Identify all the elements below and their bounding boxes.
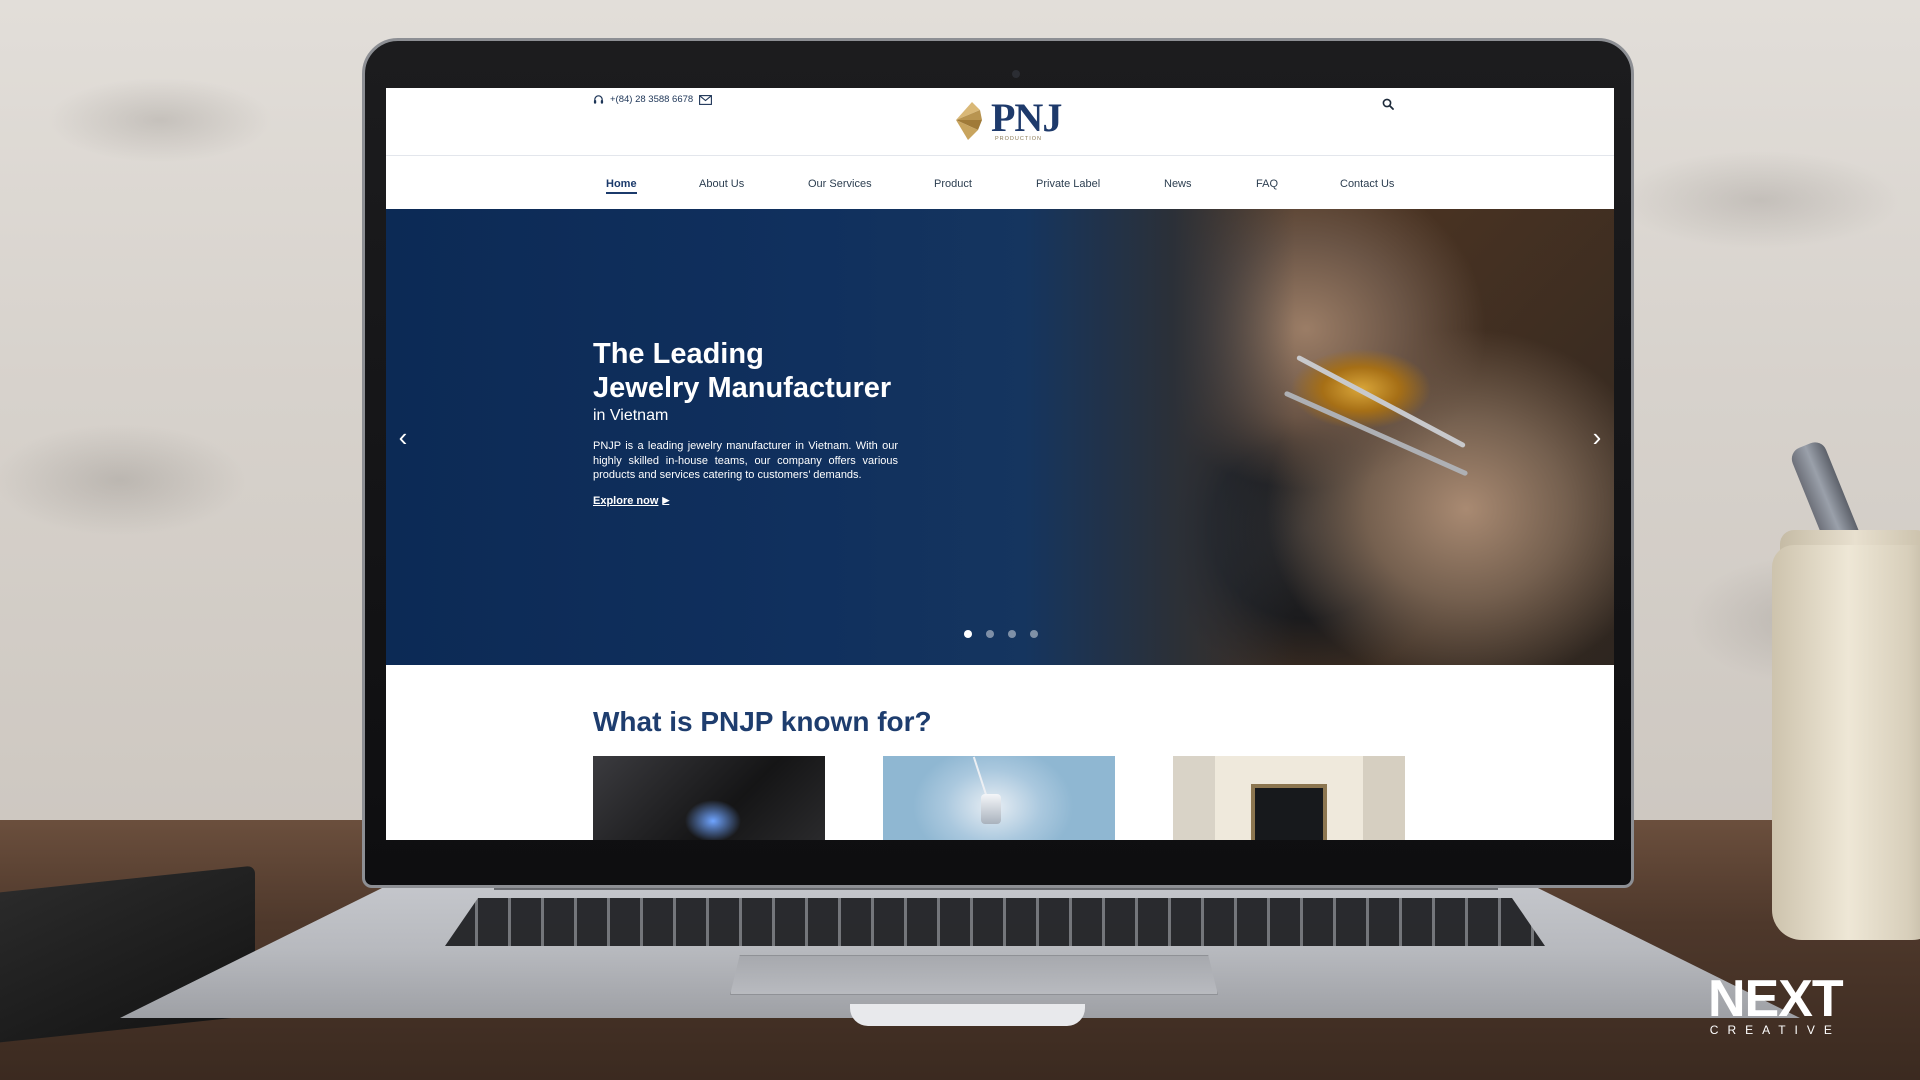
main-nav: Home About Us Our Services Product Priva… xyxy=(386,178,1614,196)
explore-now-label: Explore now xyxy=(593,494,659,507)
slider-prev-arrow-icon[interactable]: ‹ xyxy=(391,424,415,450)
headset-icon xyxy=(593,94,604,105)
slider-dot[interactable] xyxy=(986,630,994,638)
hero-gradient-overlay xyxy=(386,209,1614,665)
logo-subtitle: PRODUCTION xyxy=(995,136,1042,142)
site-header: +(84) 28 3588 6678 PNJ PRODUCTION xyxy=(386,88,1614,156)
hero-content: The Leading Jewelry Manufacturer in Viet… xyxy=(593,337,898,509)
slider-dot[interactable] xyxy=(1030,630,1038,638)
logo-mark-icon xyxy=(956,102,982,140)
award-frame xyxy=(1251,784,1327,840)
section-title: What is PNJP known for? xyxy=(593,706,932,737)
hero-title-line-2: Jewelry Manufacturer xyxy=(593,372,892,404)
hero-subtitle: in Vietnam xyxy=(593,407,669,424)
search-icon[interactable] xyxy=(1382,97,1394,115)
mail-icon[interactable] xyxy=(699,94,713,105)
play-triangle-icon: ▶ xyxy=(662,495,670,506)
nav-our-services[interactable]: Our Services xyxy=(808,178,872,190)
hero-slider: The Leading Jewelry Manufacturer in Viet… xyxy=(386,209,1614,665)
feature-cards xyxy=(593,756,1408,840)
slider-dot[interactable] xyxy=(1008,630,1016,638)
hero-title-line-1: The Leading xyxy=(593,338,764,370)
pendant-gem xyxy=(981,794,1001,824)
nav-product[interactable]: Product xyxy=(934,178,972,190)
laptop-trackpad xyxy=(730,955,1218,995)
feature-card-pendant[interactable] xyxy=(883,756,1115,840)
feature-card-soldering[interactable] xyxy=(593,756,825,840)
nav-about-us[interactable]: About Us xyxy=(699,178,744,190)
webcam xyxy=(1012,70,1020,78)
contact-bar: +(84) 28 3588 6678 xyxy=(593,94,713,105)
next-creative-watermark: NEXT CREATIVE xyxy=(1708,970,1844,1038)
laptop-keyboard xyxy=(445,898,1545,946)
logo-wordmark: PNJ xyxy=(991,95,1062,140)
phone-number[interactable]: +(84) 28 3588 6678 xyxy=(610,94,693,105)
slider-pagination xyxy=(964,630,1038,638)
ceramic-jar xyxy=(1772,545,1920,940)
feature-card-award[interactable] xyxy=(1173,756,1405,840)
nav-home[interactable]: Home xyxy=(606,178,637,194)
nav-faq[interactable]: FAQ xyxy=(1256,178,1278,190)
necklace-chain xyxy=(972,756,988,796)
nav-private-label[interactable]: Private Label xyxy=(1036,178,1100,190)
laptop-lip xyxy=(850,1004,1085,1026)
website-screen: +(84) 28 3588 6678 PNJ PRODUCTION Home A… xyxy=(386,88,1614,840)
slider-dot[interactable] xyxy=(964,630,972,638)
nav-news[interactable]: News xyxy=(1164,178,1192,190)
slider-next-arrow-icon[interactable]: › xyxy=(1585,424,1609,450)
watermark-sub: CREATIVE xyxy=(1709,1023,1841,1037)
explore-now-link[interactable]: Explore now ▶ xyxy=(593,495,669,507)
nav-contact-us[interactable]: Contact Us xyxy=(1340,178,1394,190)
hero-description: PNJP is a leading jewelry manufacturer i… xyxy=(593,440,898,482)
watermark-main: NEXT xyxy=(1708,970,1844,1028)
pnj-logo[interactable]: PNJ PRODUCTION xyxy=(952,94,1062,142)
